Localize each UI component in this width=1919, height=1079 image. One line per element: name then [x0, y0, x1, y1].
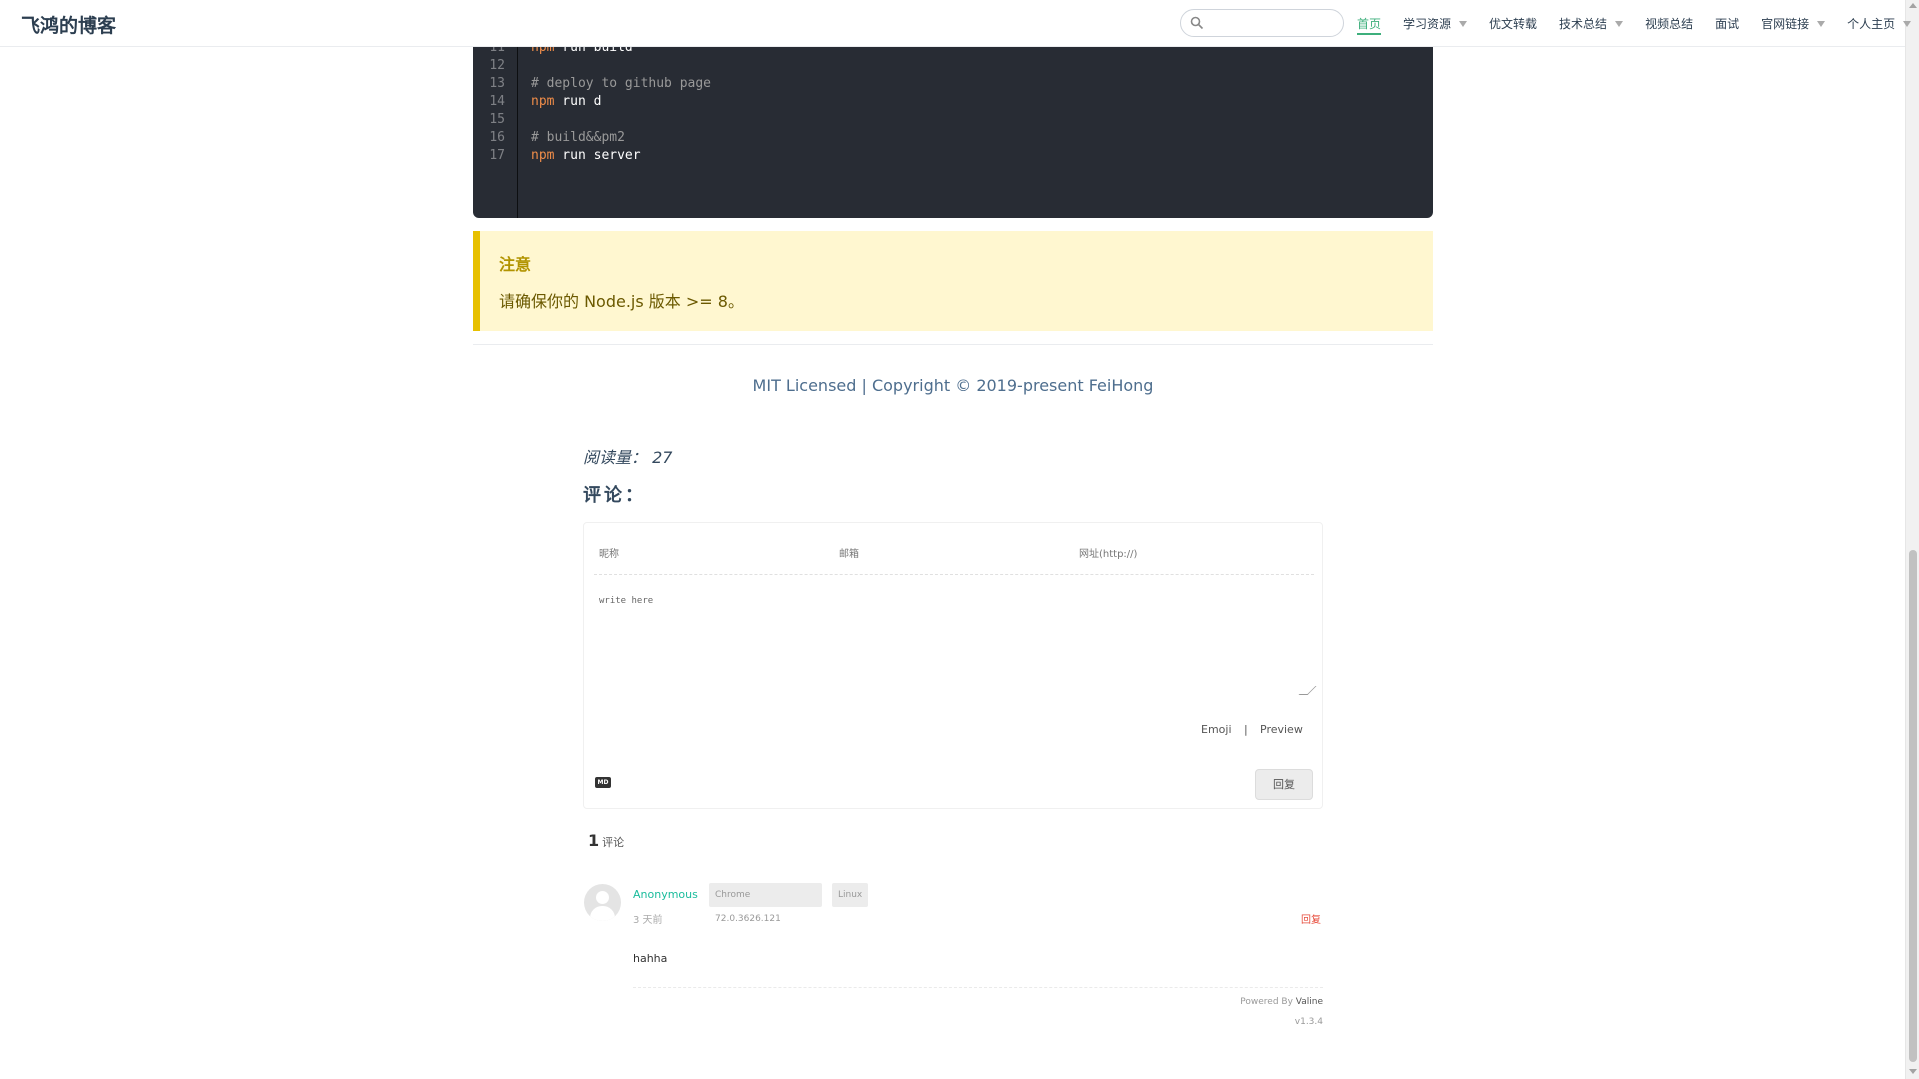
- tip-title: 注意: [499, 255, 532, 274]
- submit-reply-button[interactable]: 回复: [1255, 769, 1313, 800]
- search-input[interactable]: [1180, 9, 1344, 37]
- code-block: 11 npm run build 12 13 # deploy to githu…: [473, 36, 1433, 218]
- scroll-down-icon[interactable]: [1909, 1069, 1917, 1074]
- site-name[interactable]: 飞鸿的博客: [21, 11, 116, 38]
- nav-item-video-summary[interactable]: 视频总结: [1645, 0, 1693, 47]
- code-line: npm run server: [531, 148, 641, 163]
- markdown-icon[interactable]: MD: [595, 777, 611, 788]
- powered-by: Powered By Valine: [1240, 997, 1323, 1007]
- preview-button[interactable]: Preview: [1260, 723, 1303, 736]
- code-line: npm run d: [531, 94, 602, 109]
- search-icon: [1190, 16, 1204, 30]
- scrollbar-thumb[interactable]: [1909, 550, 1917, 1062]
- nav-item-home[interactable]: 首页: [1357, 0, 1382, 47]
- valine-link[interactable]: Valine: [1296, 997, 1323, 1007]
- comment-reply-button[interactable]: 回复: [1301, 911, 1321, 926]
- chevron-down-icon: [1459, 20, 1468, 27]
- comment-textarea[interactable]: write here: [594, 583, 1314, 723]
- line-number: 17: [489, 148, 505, 163]
- comment-time: 3 天前: [633, 915, 663, 926]
- comment-content: hahha: [633, 952, 668, 965]
- tip-text: 请确保你的 Node.js 版本 >= 8。: [499, 292, 744, 311]
- fields-divider: [594, 574, 1314, 575]
- nav-item-reposts[interactable]: 优文转载: [1489, 0, 1537, 47]
- chevron-down-icon: [1817, 20, 1826, 27]
- nav-links: 首页 学习资源 优文转载 技术总结 视频总结 面试 官网链接 个人主页: [1357, 0, 1919, 47]
- email-field[interactable]: 邮箱: [839, 523, 1079, 575]
- emoji-button[interactable]: Emoji: [1201, 723, 1232, 736]
- nav-item-interview[interactable]: 面试: [1715, 0, 1739, 47]
- comments-title: 评论：: [583, 485, 646, 506]
- comment-nickname[interactable]: Anonymous: [633, 888, 698, 901]
- nickname-field[interactable]: 昵称: [599, 523, 839, 575]
- comment-form: 昵称 邮箱 网址(http://) write here Emoji | Pre…: [583, 522, 1323, 809]
- valine-version: v1.3.4: [1294, 1017, 1323, 1027]
- read-count: 阅读量： 27: [583, 448, 673, 467]
- scrollbar[interactable]: [1905, 0, 1919, 1079]
- nav-item-official-links[interactable]: 官网链接: [1761, 0, 1826, 47]
- nav-item-personal-home[interactable]: 个人主页: [1847, 0, 1912, 47]
- avatar: [584, 884, 621, 921]
- chevron-down-icon: [1615, 20, 1624, 27]
- website-field[interactable]: 网址(http://): [1079, 523, 1314, 575]
- controls-separator: |: [1244, 723, 1248, 736]
- tip-block: 注意 请确保你的 Node.js 版本 >= 8。: [473, 231, 1433, 331]
- chevron-down-icon: [1903, 20, 1912, 27]
- browser-badge: Chrome 72.0.3626.121: [709, 883, 822, 924]
- os-badge: Linux: [832, 883, 868, 907]
- footer-divider: [473, 344, 1433, 345]
- comment-divider: [633, 987, 1323, 988]
- comment-count: 1 评论: [588, 831, 625, 850]
- nav-item-learning-resources[interactable]: 学习资源: [1403, 0, 1468, 47]
- nav-item-tech-summary[interactable]: 技术总结: [1559, 0, 1624, 47]
- footer-text: MIT Licensed | Copyright © 2019-present …: [752, 376, 1154, 395]
- navbar: 飞鸿的博客 首页 学习资源 优文转载 技术总结 视频总结 面试 官网链接 个人主…: [0, 0, 1912, 47]
